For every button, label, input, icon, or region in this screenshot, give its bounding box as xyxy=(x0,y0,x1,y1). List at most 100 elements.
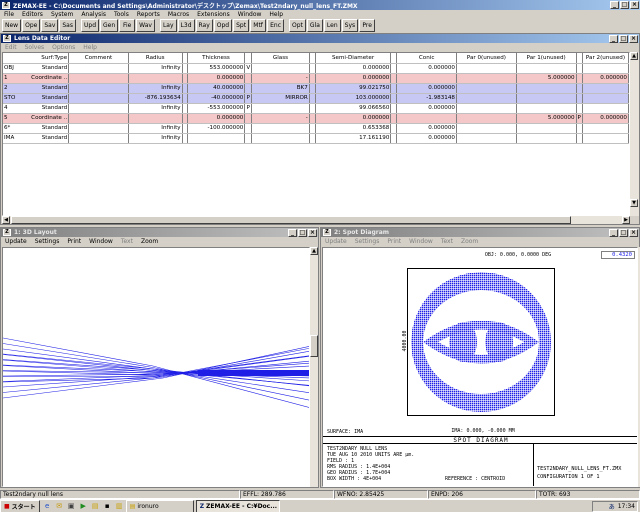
toolbar-fields-button[interactable]: Fie xyxy=(119,18,136,32)
cell-comment[interactable] xyxy=(68,103,129,114)
cell-surf-type[interactable]: 2 Standard xyxy=(3,83,70,94)
cell-par2[interactable] xyxy=(582,123,629,134)
cell-par1[interactable]: 5.000000 xyxy=(516,73,577,84)
cell-par0[interactable] xyxy=(456,133,517,144)
cell-conic[interactable]: 0.000000 xyxy=(396,123,457,134)
media-player-icon[interactable]: ▶ xyxy=(78,501,89,512)
maximize-button[interactable]: □ xyxy=(620,1,629,9)
lde-scroll-down-button[interactable]: ▼ xyxy=(630,199,638,207)
layout-vertical-scrollbar[interactable]: ▲ xyxy=(310,247,318,487)
cell-comment[interactable] xyxy=(68,133,129,144)
lde-row[interactable]: 6* Standard Infinity -100.000000 0.653368 0.0… xyxy=(3,123,629,134)
cell-par2[interactable] xyxy=(582,103,629,114)
cell-par0[interactable] xyxy=(456,123,517,134)
spot-close-button[interactable]: × xyxy=(629,228,638,237)
cell-thickness-solve[interactable] xyxy=(244,123,253,134)
col-header-semi-diameter[interactable]: Semi-Diameter xyxy=(315,53,392,64)
start-button[interactable]: ■ スタート xyxy=(0,499,40,512)
task-ironuro[interactable]: ▤ ironuro xyxy=(125,499,194,512)
spot-menu-window[interactable]: Window xyxy=(405,238,437,245)
cell-par1[interactable]: 5.000000 xyxy=(516,113,577,124)
menu-macros[interactable]: Macros xyxy=(164,11,193,18)
cell-thickness[interactable]: -553.000000 xyxy=(187,103,246,114)
toolbar-opd-button[interactable]: Opd xyxy=(213,18,233,32)
lde-menu-options[interactable]: Options xyxy=(48,44,79,51)
lde-menu-help[interactable]: Help xyxy=(79,44,101,51)
cell-surf-type[interactable]: 6* Standard xyxy=(3,123,70,134)
cell-conic[interactable]: -1.983148 xyxy=(396,93,457,104)
cell-radius[interactable]: Infinity xyxy=(128,133,183,144)
cell-thickness[interactable]: -100.000000 xyxy=(187,123,246,134)
task-zemax[interactable]: Z ZEMAX-EE - C:¥Doc... xyxy=(195,499,280,512)
menu-window[interactable]: Window xyxy=(234,11,266,18)
cell-thickness-solve[interactable] xyxy=(244,113,253,124)
lde-scroll-up-button[interactable]: ▲ xyxy=(630,52,638,60)
lde-row[interactable]: 4 Standard Infinity -553.000000 P 99.066560 0.… xyxy=(3,103,629,114)
toolbar-mtf-button[interactable]: Mtf xyxy=(250,18,267,32)
lde-row[interactable]: 2 Standard Infinity 40.000000 BK7 99.021750 0.… xyxy=(3,83,629,94)
cell-semi-diameter[interactable]: 0.653368 xyxy=(315,123,392,134)
lde-row[interactable]: STO Standard -876.193634 -40.000000 P MIRROR 1… xyxy=(3,93,629,104)
cell-glass[interactable] xyxy=(251,103,310,114)
cell-par2[interactable]: 0.000000 xyxy=(582,113,629,124)
cell-radius[interactable] xyxy=(128,73,183,84)
lde-maximize-button[interactable]: □ xyxy=(619,34,628,43)
cell-surf-type[interactable]: STO Standard xyxy=(3,93,70,104)
cell-par0[interactable] xyxy=(456,113,517,124)
cell-glass[interactable]: MIRROR xyxy=(251,93,310,104)
toolbar-wavelengths-button[interactable]: Wav xyxy=(136,18,155,32)
cell-thickness[interactable]: 553.000000 xyxy=(187,63,246,74)
folder-icon[interactable]: ▤ xyxy=(90,501,101,512)
toolbar-ray-fan-button[interactable]: Ray xyxy=(195,18,213,32)
cell-radius[interactable]: Infinity xyxy=(128,123,183,134)
toolbar-spot-button[interactable]: Spt xyxy=(233,18,250,32)
cell-par0[interactable] xyxy=(456,83,517,94)
toolbar-encircled-button[interactable]: Enc xyxy=(267,18,285,32)
menu-reports[interactable]: Reports xyxy=(133,11,164,18)
col-header-glass[interactable]: Glass xyxy=(251,53,310,64)
toolbar-general-button[interactable]: Gen xyxy=(100,18,119,32)
toolbar-3d-layout-button[interactable]: L3d xyxy=(177,18,195,32)
lde-menu-edit[interactable]: Edit xyxy=(1,44,21,51)
cell-glass[interactable] xyxy=(251,63,310,74)
spot-menu-print[interactable]: Print xyxy=(383,238,405,245)
col-header-conic[interactable]: Conic xyxy=(396,53,457,64)
cell-conic[interactable]: 0.000000 xyxy=(396,103,457,114)
cell-thickness[interactable]: 40.000000 xyxy=(187,83,246,94)
toolbar-open-button[interactable]: Ope xyxy=(22,18,41,32)
cell-par1[interactable] xyxy=(516,83,577,94)
cell-par2[interactable] xyxy=(582,133,629,144)
cell-glass[interactable]: - xyxy=(251,113,310,124)
cell-par0[interactable] xyxy=(456,63,517,74)
col-header-par0[interactable]: Par 0(unused) xyxy=(456,53,517,64)
terminal-icon[interactable]: ▪ xyxy=(102,501,113,512)
cell-conic[interactable]: 0.000000 xyxy=(396,63,457,74)
menu-extensions[interactable]: Extensions xyxy=(193,11,234,18)
cell-comment[interactable] xyxy=(68,73,129,84)
toolbar-system-button[interactable]: Sys xyxy=(341,18,359,32)
cell-par2[interactable] xyxy=(582,83,629,94)
layout-menu-settings[interactable]: Settings xyxy=(31,238,64,245)
lde-scroll-left-button[interactable]: ◀ xyxy=(2,216,10,224)
menu-help[interactable]: Help xyxy=(265,11,287,18)
cell-thickness[interactable] xyxy=(187,133,246,144)
cell-semi-diameter[interactable]: 103.000000 xyxy=(315,93,392,104)
cell-surf-type[interactable]: 5 Coordinate .. xyxy=(3,113,70,124)
spot-maximize-button[interactable]: □ xyxy=(619,228,628,237)
cell-conic[interactable] xyxy=(396,73,457,84)
cell-surf-type[interactable]: 4 Standard xyxy=(3,103,70,114)
menu-system[interactable]: System xyxy=(47,11,77,18)
lde-scroll-right-button[interactable]: ▶ xyxy=(622,216,630,224)
menu-file[interactable]: File xyxy=(0,11,18,18)
cell-thickness-solve[interactable]: P xyxy=(244,93,253,104)
cell-par1[interactable] xyxy=(516,133,577,144)
col-header-surf-type[interactable]: Surf:Type xyxy=(3,53,70,64)
layout-menu-text[interactable]: Text xyxy=(117,238,137,245)
cell-par1[interactable] xyxy=(516,103,577,114)
cell-semi-diameter[interactable]: 0.000000 xyxy=(315,63,392,74)
cell-comment[interactable] xyxy=(68,63,129,74)
ime-icon[interactable]: あ xyxy=(609,502,615,511)
cell-radius[interactable]: -876.193634 xyxy=(128,93,183,104)
lde-horizontal-scrollbar[interactable]: ◀ ▶ xyxy=(2,216,630,224)
layout-menu-update[interactable]: Update xyxy=(1,238,31,245)
